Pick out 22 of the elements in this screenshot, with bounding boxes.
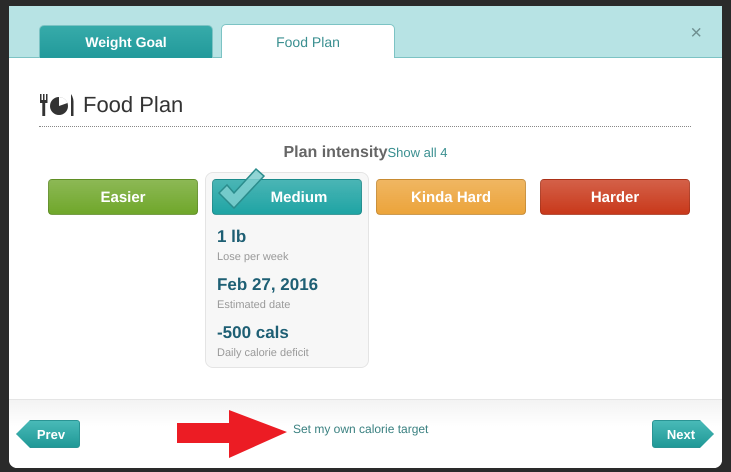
intensity-button[interactable]: Harder (540, 179, 690, 215)
stat-caption: Lose per week (217, 251, 290, 263)
calorie-target-link[interactable]: Set my own calorie target (293, 422, 428, 436)
stat-value: 1 lb (217, 227, 248, 247)
checkmark-icon (216, 167, 266, 211)
stat-value: -500 cals (217, 323, 290, 343)
intensity-button[interactable]: Kinda Hard (376, 179, 526, 215)
stat-caption: Daily calorie deficit (217, 347, 310, 359)
tab[interactable]: Weight Goal (39, 25, 213, 58)
tab[interactable]: Food Plan (221, 24, 395, 58)
plan-intensity-label: Plan intensity (283, 144, 388, 161)
next-button[interactable]: Next (652, 420, 714, 448)
cutlery-plate-icon (39, 94, 75, 116)
section-title: Food Plan (83, 92, 184, 118)
stat-value: Feb 27, 2016 (217, 275, 320, 295)
prev-button[interactable]: Prev (16, 420, 80, 448)
stat-caption: Estimated date (217, 299, 292, 311)
arrow-icon (177, 410, 287, 458)
intensity-button[interactable]: Medium (212, 179, 362, 215)
close-button[interactable]: × (690, 22, 702, 45)
intensity-button[interactable]: Easier (48, 179, 198, 215)
show-all-link[interactable]: Show all 4 (388, 145, 448, 160)
